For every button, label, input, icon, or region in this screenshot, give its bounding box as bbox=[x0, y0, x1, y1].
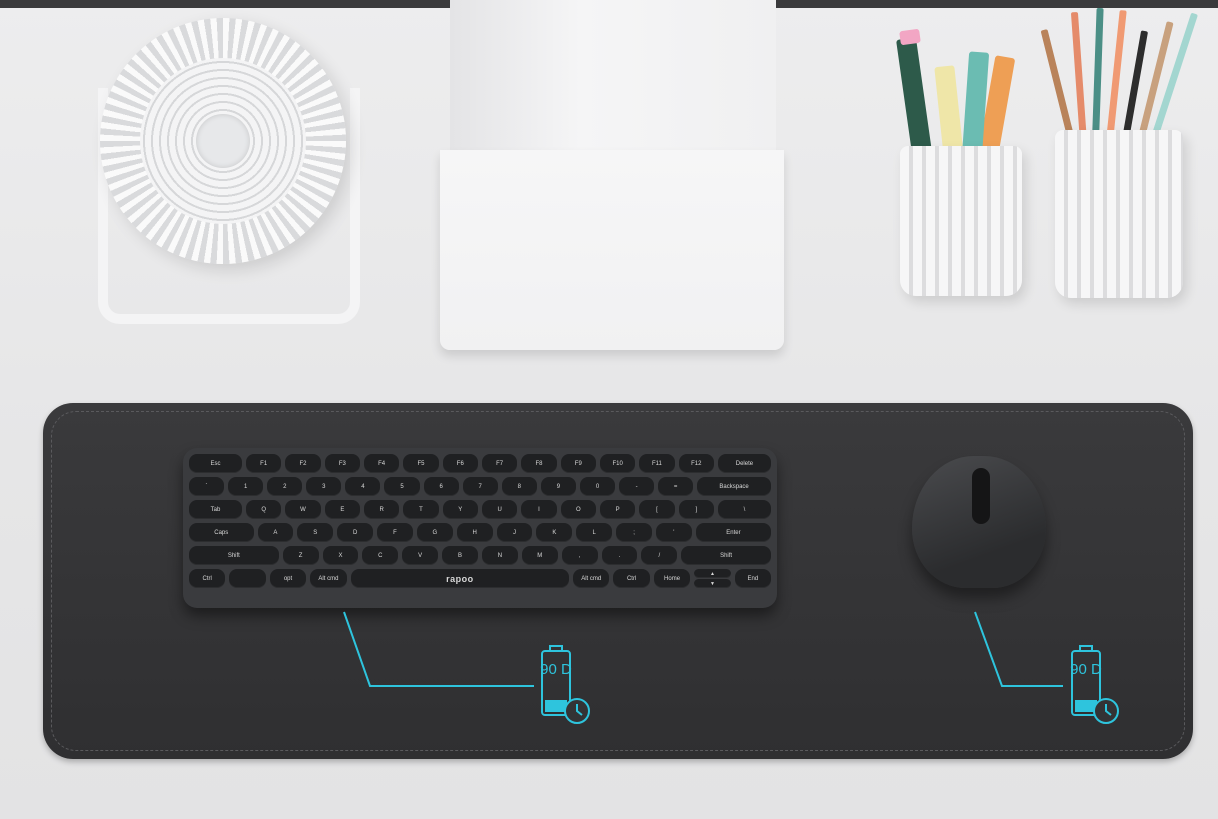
key-3: 3 bbox=[306, 477, 342, 496]
keyboard-row-home: Caps A S D F G H J K L ; ' Enter bbox=[189, 523, 772, 542]
product-scene: Esc F1 F2 F3 F4 F5 F6 F7 F8 F9 F10 F11 F… bbox=[0, 0, 1218, 819]
key-q: Q bbox=[246, 500, 282, 519]
key-w: W bbox=[285, 500, 321, 519]
key-tab: Tab bbox=[189, 500, 242, 519]
key-space: rapoo bbox=[350, 569, 570, 588]
key-7: 7 bbox=[462, 477, 498, 496]
key-t: T bbox=[403, 500, 439, 519]
key-k: K bbox=[536, 523, 573, 542]
key-delete: Delete bbox=[717, 454, 771, 473]
key-x: X bbox=[322, 546, 359, 565]
key-1: 1 bbox=[228, 477, 264, 496]
key-b: B bbox=[442, 546, 478, 565]
key-slash: / bbox=[641, 546, 678, 565]
key-2: 2 bbox=[267, 477, 303, 496]
key-fn bbox=[229, 569, 266, 588]
key-comma: , bbox=[561, 546, 598, 565]
monitor-stand-base bbox=[440, 150, 784, 350]
keyboard: Esc F1 F2 F3 F4 F5 F6 F7 F8 F9 F10 F11 F… bbox=[183, 448, 777, 608]
key-z: Z bbox=[282, 546, 319, 565]
key-c: C bbox=[362, 546, 399, 565]
key-alt-cmd-left: Alt cmd bbox=[310, 569, 347, 588]
arrow-keys: ▲ ▼ bbox=[694, 569, 731, 588]
arrow-down-key: ▼ bbox=[694, 579, 731, 588]
key-f11: F11 bbox=[639, 454, 675, 473]
key-f10: F10 bbox=[599, 454, 636, 473]
key-esc: Esc bbox=[189, 454, 242, 473]
key-semicolon: ; bbox=[616, 523, 652, 542]
key-period: . bbox=[601, 546, 638, 565]
highlighter-pink-cap bbox=[899, 28, 921, 46]
key-p: P bbox=[599, 500, 636, 519]
monitor-stand-neck bbox=[450, 0, 776, 150]
key-ctrl-right: Ctrl bbox=[613, 569, 650, 588]
keyboard-row-bottom: Shift Z X C V B N M , . / Shift bbox=[189, 546, 771, 565]
key-f: F bbox=[377, 523, 413, 542]
key-quote: ' bbox=[655, 523, 692, 542]
key-g: G bbox=[416, 523, 453, 542]
key-j: J bbox=[496, 523, 533, 542]
key-backtick: ` bbox=[189, 477, 225, 496]
key-shift-left: Shift bbox=[189, 546, 279, 565]
key-8: 8 bbox=[501, 477, 537, 496]
key-m: M bbox=[521, 546, 558, 565]
key-end: End bbox=[734, 569, 772, 588]
arrow-up-key: ▲ bbox=[694, 569, 731, 578]
key-f12: F12 bbox=[678, 454, 714, 473]
key-s: S bbox=[297, 523, 334, 542]
key-0: 0 bbox=[579, 477, 616, 496]
key-f2: F2 bbox=[285, 454, 321, 473]
key-f3: F3 bbox=[324, 454, 360, 473]
keyboard-row-number: ` 1 2 3 4 5 6 7 8 9 0 - = Backspace bbox=[189, 477, 771, 496]
pen-cup bbox=[900, 146, 1022, 296]
key-n: N bbox=[481, 546, 518, 565]
key-backspace: Backspace bbox=[697, 477, 771, 496]
fan-hub bbox=[196, 114, 250, 168]
key-f9: F9 bbox=[560, 454, 596, 473]
key-d: D bbox=[337, 523, 374, 542]
key-f5: F5 bbox=[403, 454, 439, 473]
key-shift-right: Shift bbox=[681, 546, 771, 565]
key-o: O bbox=[560, 500, 596, 519]
key-ctrl-left: Ctrl bbox=[189, 569, 226, 588]
keyboard-row-top: Tab Q W E R T Y U I O P [ ] \ bbox=[189, 500, 771, 519]
key-9: 9 bbox=[540, 477, 576, 496]
key-f6: F6 bbox=[442, 454, 478, 473]
key-4: 4 bbox=[345, 477, 381, 496]
key-a: A bbox=[257, 523, 294, 542]
key-r: R bbox=[363, 500, 400, 519]
key-bracket-right: ] bbox=[678, 500, 714, 519]
key-i: I bbox=[521, 500, 557, 519]
key-l: L bbox=[576, 523, 613, 542]
key-minus: - bbox=[619, 477, 655, 496]
key-enter: Enter bbox=[695, 523, 772, 542]
key-f7: F7 bbox=[481, 454, 518, 473]
key-equals: = bbox=[658, 477, 694, 496]
pencil-cup bbox=[1055, 130, 1183, 298]
key-caps: Caps bbox=[189, 523, 254, 542]
key-6: 6 bbox=[423, 477, 459, 496]
key-alt-cmd-right: Alt cmd bbox=[573, 569, 610, 588]
key-home: Home bbox=[653, 569, 691, 588]
key-5: 5 bbox=[384, 477, 420, 496]
key-e: E bbox=[324, 500, 360, 519]
key-bracket-left: [ bbox=[639, 500, 675, 519]
key-y: Y bbox=[442, 500, 478, 519]
key-h: H bbox=[456, 523, 493, 542]
keyboard-row-modifiers: Ctrl opt Alt cmd rapoo Alt cmd Ctrl Home… bbox=[189, 569, 772, 588]
key-u: U bbox=[481, 500, 518, 519]
keyboard-row-function: Esc F1 F2 F3 F4 F5 F6 F7 F8 F9 F10 F11 F… bbox=[189, 454, 771, 473]
key-f8: F8 bbox=[521, 454, 557, 473]
key-backslash: \ bbox=[717, 500, 771, 519]
key-f1: F1 bbox=[246, 454, 282, 473]
key-v: V bbox=[402, 546, 439, 565]
mouse-scroll-wheel bbox=[972, 468, 990, 524]
key-f4: F4 bbox=[363, 454, 400, 473]
key-opt: opt bbox=[269, 569, 307, 588]
